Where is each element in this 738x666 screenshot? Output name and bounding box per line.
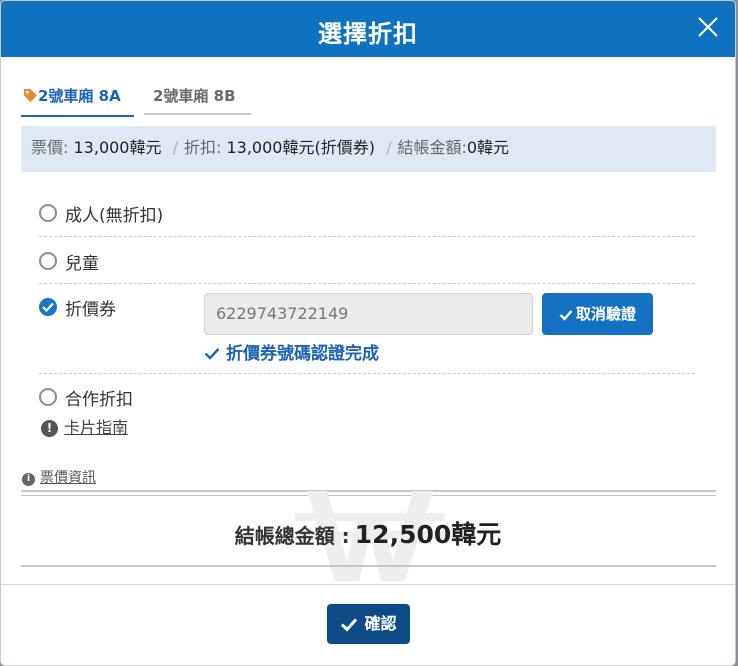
info-icon: i <box>22 473 35 486</box>
option-adult[interactable]: 成人(無折扣) <box>39 201 695 237</box>
fare-label: 票價 <box>31 138 64 157</box>
radio-voucher[interactable] <box>39 298 57 316</box>
fare-value: 13,000韓元 <box>73 138 162 157</box>
option-partner[interactable]: 合作折扣 <box>39 385 695 417</box>
close-icon[interactable] <box>696 15 720 39</box>
discount-modal: 選擇折扣 2號車廂 8A 2號車廂 8B 票價: 13,000韓元 / 折扣: 1… <box>0 0 736 666</box>
check-icon <box>559 310 573 321</box>
check-icon <box>204 348 220 360</box>
grand-total-value: 12,500韓元 <box>354 520 502 549</box>
cancel-verification-button[interactable]: 取消驗證 <box>542 293 653 335</box>
check-icon <box>42 302 54 312</box>
voucher-code-input[interactable]: 6229743722149 <box>204 293 533 335</box>
grand-total: 結帳總金額 : 12,500韓元 <box>1 515 735 551</box>
discount-label: 折扣 <box>183 138 216 157</box>
tag-icon <box>23 85 38 111</box>
footer-divider <box>1 584 735 585</box>
option-label: 合作折扣 <box>65 390 133 410</box>
discount-value: 13,000韓元(折價券) <box>226 138 375 157</box>
radio-partner[interactable] <box>39 388 57 406</box>
tab-label: 2號車廂 8A <box>38 87 121 105</box>
seat-tabs: 2號車廂 8A 2號車廂 8B <box>21 83 261 117</box>
modal-title: 選擇折扣 <box>318 20 418 48</box>
divider <box>21 565 716 567</box>
tab-car2-8a[interactable]: 2號車廂 8A <box>21 83 134 117</box>
option-label: 兒童 <box>65 254 99 274</box>
option-label: 折價券 <box>65 300 116 320</box>
check-icon <box>341 618 358 632</box>
radio-child[interactable] <box>39 252 57 270</box>
payment-amount-value: 0韓元 <box>466 138 510 157</box>
fare-summary-bar: 票價: 13,000韓元 / 折扣: 13,000韓元(折價券) / 結帳金額:0韓… <box>21 126 716 172</box>
tab-car2-8b[interactable]: 2號車廂 8B <box>144 83 251 115</box>
exclamation-icon: ! <box>41 420 58 437</box>
fare-info-link[interactable]: i 票價資訊 <box>22 467 96 487</box>
payment-amount-label: 結帳金額 <box>397 138 462 157</box>
card-guide-link[interactable]: ! 卡片指南 <box>41 414 128 438</box>
verified-message: 折價券號碼認證完成 <box>204 339 379 364</box>
confirm-button[interactable]: 確認 <box>327 604 410 644</box>
option-label: 成人(無折扣) <box>65 206 164 226</box>
radio-adult[interactable] <box>39 204 57 222</box>
modal-header: 選擇折扣 <box>1 1 735 57</box>
grand-total-label: 結帳總金額 : <box>234 524 350 548</box>
option-child[interactable]: 兒童 <box>39 249 695 284</box>
tab-label: 2號車廂 8B <box>153 87 236 105</box>
